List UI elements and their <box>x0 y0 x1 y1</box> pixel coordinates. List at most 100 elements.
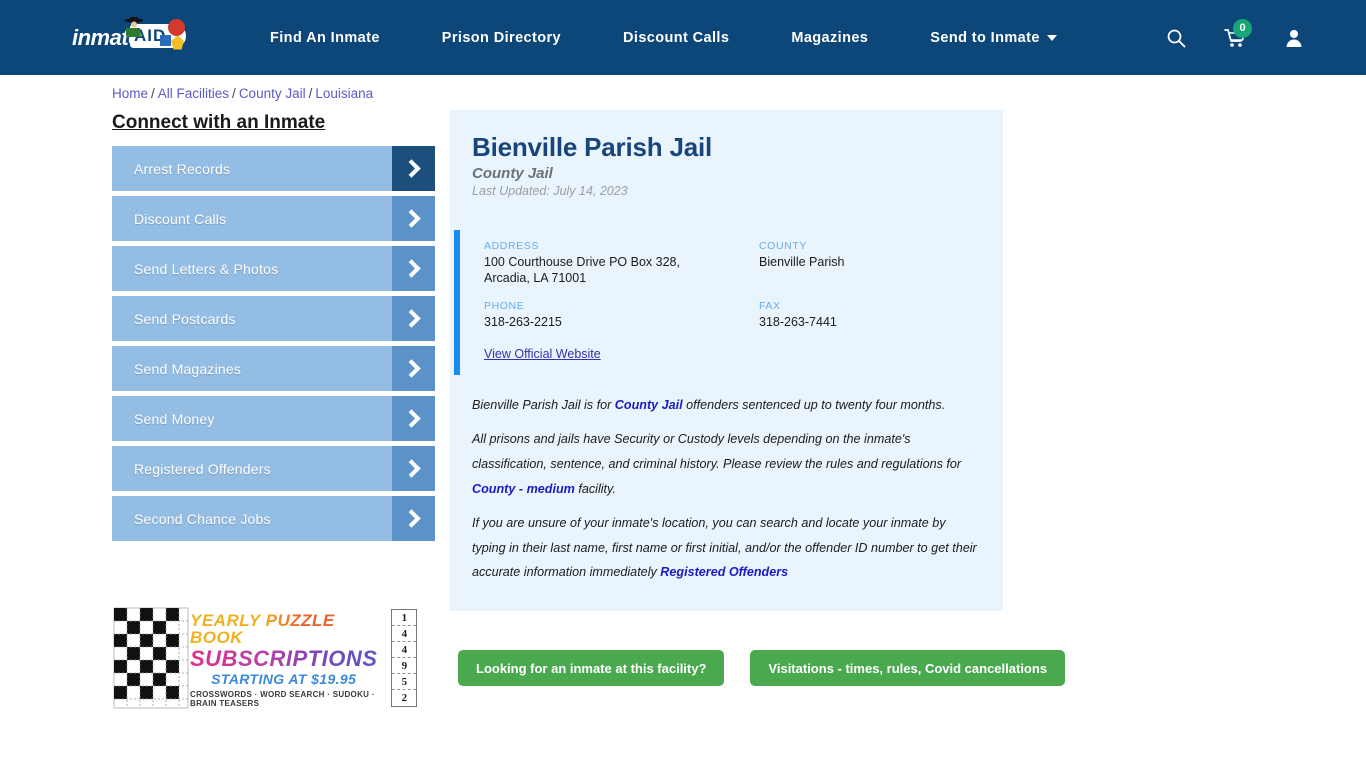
breadcrumb-item-home[interactable]: Home <box>112 86 148 101</box>
paragraph-text: All prisons and jails have Security or C… <box>472 432 962 471</box>
nav-item-send-to-inmate[interactable]: Send to Inmate <box>930 30 1057 46</box>
sidebar-item-send-letters-photos[interactable]: Send Letters & Photos <box>112 246 435 291</box>
chevron-right-icon <box>392 396 435 441</box>
sidebar-title[interactable]: Connect with an Inmate <box>112 112 435 134</box>
phone-label: PHONE <box>484 300 525 313</box>
breadcrumb-item-county-jail[interactable]: County Jail <box>239 86 306 101</box>
sidebar-item-send-magazines[interactable]: Send Magazines <box>112 346 435 391</box>
inmateaid-logo[interactable]: inmate AID <box>72 15 192 61</box>
user-account-icon[interactable] <box>1284 28 1304 48</box>
ad-categories-text: CROSSWORDS · WORD SEARCH · SUDOKU · BRAI… <box>190 690 375 709</box>
address-value: 100 Courthouse Drive PO Box 328, Arcadia… <box>484 255 759 286</box>
fax-field: FAX 318-263-7441 <box>759 300 1003 331</box>
breadcrumb-separator: / <box>151 86 155 101</box>
visitations-button[interactable]: Visitations - times, rules, Covid cancel… <box>750 650 1066 686</box>
last-updated-text: Last Updated: July 14, 2023 <box>472 184 628 198</box>
sidebar-item-second-chance-jobs[interactable]: Second Chance Jobs <box>112 496 435 541</box>
sudoku-cell: 9 <box>392 658 417 674</box>
breadcrumb-separator: / <box>232 86 236 101</box>
site-header: inmate AID Find An Inmate Prison Directo… <box>0 0 1366 75</box>
paragraph-text: Bienville Parish Jail is for <box>472 397 615 412</box>
description-paragraph-3: If you are unsure of your inmate's locat… <box>472 511 981 585</box>
ad-price-text: STARTING AT $19.95 <box>211 671 357 688</box>
chevron-right-icon <box>392 296 435 341</box>
sudoku-grid-graphic: 1 4 4 9 5 2 <box>377 606 430 710</box>
fax-value: 318-263-7441 <box>759 315 837 330</box>
cta-button-row: Looking for an inmate at this facility? … <box>458 650 1066 686</box>
sidebar-item-send-money[interactable]: Send Money <box>112 396 435 441</box>
header-icon-group: 0 <box>1166 18 1304 48</box>
chevron-right-icon <box>392 346 435 391</box>
paragraph-text: facility. <box>574 481 616 496</box>
nav-item-discount-calls[interactable]: Discount Calls <box>623 30 729 46</box>
chevron-right-icon <box>392 146 435 191</box>
sidebar-item-discount-calls[interactable]: Discount Calls <box>112 196 435 241</box>
search-icon[interactable] <box>1166 28 1186 48</box>
chevron-down-icon <box>1046 34 1057 41</box>
sudoku-cell: 2 <box>401 692 408 704</box>
breadcrumb-separator: / <box>308 86 313 101</box>
sudoku-cell: 1 <box>392 610 417 626</box>
facility-header: Bienville Parish Jail County Jail Last U… <box>450 132 1003 198</box>
page-title: Bienville Parish Jail <box>472 132 713 162</box>
registered-offenders-link[interactable]: Registered Offenders <box>660 565 788 579</box>
description-paragraph-2: All prisons and jails have Security or C… <box>472 427 981 501</box>
cart-count-badge: 0 <box>1233 18 1252 38</box>
chevron-right-icon <box>392 246 435 291</box>
facility-detail-panel: Bienville Parish Jail County Jail Last U… <box>450 110 1003 611</box>
logo-dot-red <box>168 18 185 36</box>
county-medium-link[interactable]: County - medium <box>472 482 575 496</box>
sidebar-item-send-postcards[interactable]: Send Postcards <box>112 296 435 341</box>
nav-item-prison-directory[interactable]: Prison Directory <box>442 30 561 46</box>
nav-label: Send to Inmate <box>930 29 1040 46</box>
address-line-2: Arcadia, LA 71001 <box>484 270 587 285</box>
county-value: Bienville Parish <box>759 255 845 269</box>
breadcrumb-item-louisiana[interactable]: Louisiana <box>315 86 373 101</box>
address-label: ADDRESS <box>484 240 539 252</box>
sidebar-item-label: Arrest Records <box>134 160 231 177</box>
paragraph-text: offenders sentenced up to twenty four mo… <box>682 397 946 412</box>
looking-for-inmate-button[interactable]: Looking for an inmate at this facility? <box>458 650 725 686</box>
sidebar-item-label: Send Letters & Photos <box>134 260 279 277</box>
sudoku-cell: 5 <box>392 674 417 690</box>
county-label: COUNTY <box>759 240 807 252</box>
breadcrumb-item-all-facilities[interactable]: All Facilities <box>158 86 229 101</box>
county-field: COUNTY Bienville Parish <box>759 240 1003 286</box>
view-official-website-link[interactable]: View Official Website <box>484 347 601 361</box>
phone-field: PHONE 318-263-2215 <box>484 300 759 331</box>
ad-text-block: YEARLY PUZZLE BOOK SUBSCRIPTIONS STARTIN… <box>190 606 377 710</box>
sidebar-item-label: Send Magazines <box>134 360 242 377</box>
puzzle-book-ad-banner[interactable]: YEARLY PUZZLE BOOK SUBSCRIPTIONS STARTIN… <box>112 606 430 710</box>
description-paragraph-1: Bienville Parish Jail is for County Jail… <box>472 393 981 418</box>
facility-description: Bienville Parish Jail is for County Jail… <box>450 375 1003 611</box>
nav-label: Prison Directory <box>441 29 562 46</box>
sidebar-item-label: Send Postcards <box>134 310 236 327</box>
logo-mascot-icon <box>125 16 143 37</box>
ad-headline: YEARLY PUZZLE BOOK <box>190 611 377 648</box>
sudoku-cell: 4 <box>392 626 417 642</box>
nav-label: Find An Inmate <box>270 29 380 46</box>
nav-label: Discount Calls <box>623 29 730 46</box>
chevron-right-icon <box>392 196 435 241</box>
shopping-cart-icon[interactable]: 0 <box>1224 18 1252 48</box>
sidebar-item-label: Registered Offenders <box>134 460 271 477</box>
facility-type: County Jail <box>472 165 553 182</box>
primary-navigation: Find An Inmate Prison Directory Discount… <box>270 30 1057 46</box>
sidebar-item-registered-offenders[interactable]: Registered Offenders <box>112 446 435 491</box>
facility-contact-block: ADDRESS 100 Courthouse Drive PO Box 328,… <box>454 230 1003 375</box>
nav-label: Magazines <box>791 29 869 46</box>
logo-dot-blue <box>160 34 171 46</box>
sidebar-item-arrest-records[interactable]: Arrest Records <box>112 146 435 191</box>
sudoku-cell: 4 <box>392 642 417 658</box>
sidebar-item-label: Second Chance Jobs <box>134 510 271 527</box>
breadcrumb: Home / All Facilities / County Jail / Louisian… <box>112 86 373 101</box>
sidebar: Connect with an Inmate Arrest Records Di… <box>112 112 435 546</box>
crossword-grid-graphic <box>112 606 190 710</box>
phone-value: 318-263-2215 <box>484 315 562 330</box>
county-jail-link[interactable]: County Jail <box>615 398 683 412</box>
address-line-1: 100 Courthouse Drive PO Box 328, <box>484 255 680 269</box>
chevron-right-icon <box>392 446 435 491</box>
address-field: ADDRESS 100 Courthouse Drive PO Box 328,… <box>484 240 759 286</box>
nav-item-magazines[interactable]: Magazines <box>791 30 868 46</box>
nav-item-find-an-inmate[interactable]: Find An Inmate <box>270 30 380 46</box>
